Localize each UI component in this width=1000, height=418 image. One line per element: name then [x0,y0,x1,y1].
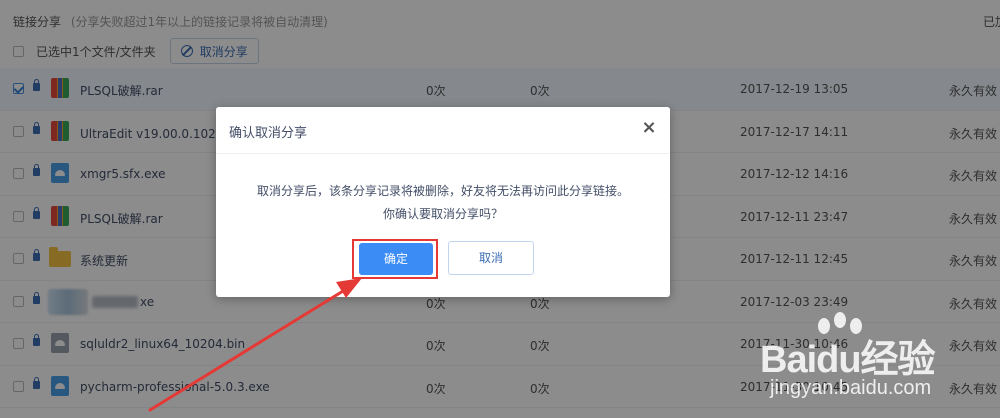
watermark-brand: Baidu经验 [760,339,936,381]
cancel-button[interactable]: 取消 [448,241,534,275]
dialog-body: 取消分享后，该条分享记录将被删除，好友将无法再访问此分享链接。 你确认要取消分享… [216,154,670,226]
confirm-cancel-share-dialog: 确认取消分享 × 取消分享后，该条分享记录将被删除，好友将无法再访问此分享链接。… [216,107,670,297]
dialog-title: 确认取消分享 [229,126,308,141]
confirm-button[interactable]: 确定 [359,243,433,275]
dialog-message-line2: 你确认要取消分享吗？ [382,207,503,221]
dialog-header: 确认取消分享 × [216,107,670,154]
close-icon[interactable]: × [641,119,657,137]
dialog-message-line1: 取消分享后，该条分享记录将被删除，好友将无法再访问此分享链接。 [256,184,629,198]
watermark-url: jingyan.baidu.com [770,377,932,399]
